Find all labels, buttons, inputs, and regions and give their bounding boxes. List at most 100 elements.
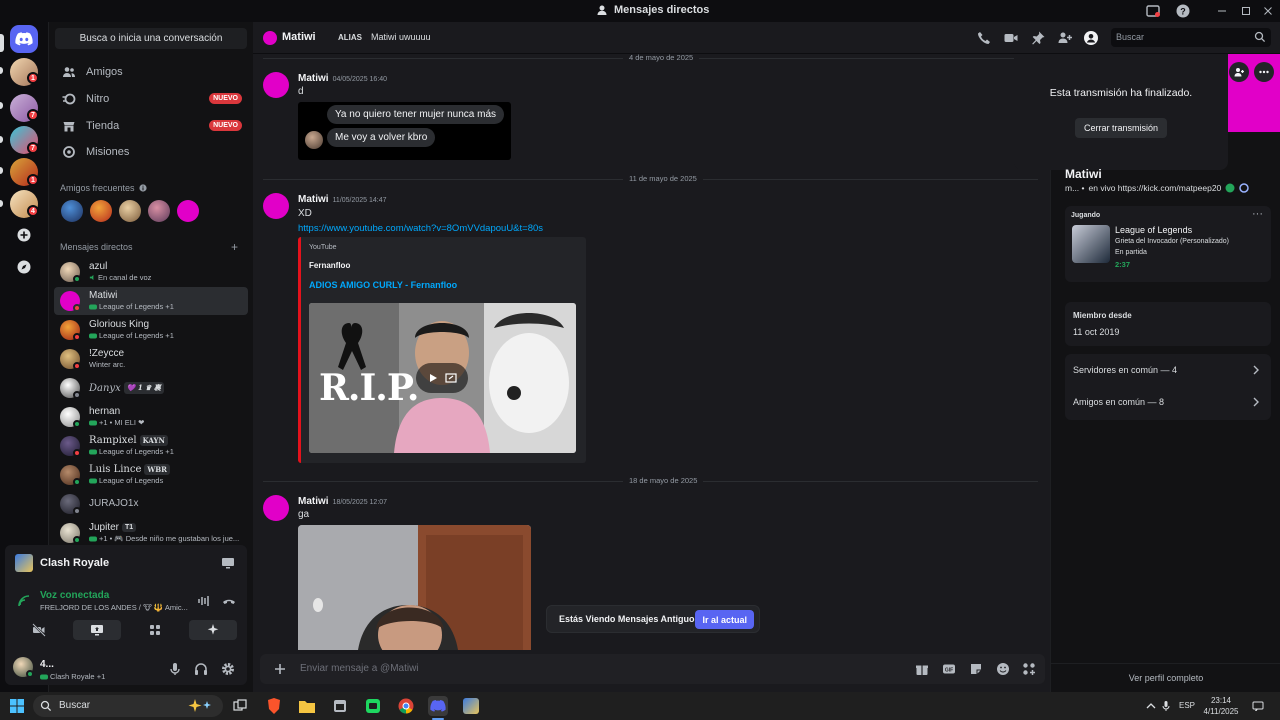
screen-share-icon[interactable] bbox=[220, 555, 236, 571]
chevron-up-icon[interactable] bbox=[1145, 700, 1157, 712]
windows-start-icon[interactable] bbox=[10, 699, 24, 713]
help-icon[interactable]: ? bbox=[1175, 3, 1191, 19]
frequent-friend-avatar[interactable] bbox=[61, 200, 83, 222]
dm-name-text: Glorious King bbox=[89, 319, 150, 330]
view-full-profile-link[interactable]: Ver perfil completo bbox=[1051, 673, 1280, 683]
info-icon[interactable] bbox=[138, 184, 147, 192]
nav-nitro[interactable]: Nitro NUEVO bbox=[54, 87, 248, 111]
frequent-friend-avatar[interactable] bbox=[90, 200, 112, 222]
sticker-icon[interactable] bbox=[969, 662, 983, 676]
embed-author[interactable]: Fernanfloo bbox=[309, 261, 350, 270]
activities-button[interactable] bbox=[131, 620, 179, 640]
chat-avatar[interactable] bbox=[263, 31, 277, 45]
close-stream-button[interactable]: Cerrar transmisión bbox=[1075, 118, 1167, 138]
image-attachment[interactable]: Ya no quiero tener mujer nunca más Me vo… bbox=[298, 102, 511, 160]
frequent-friend-avatar[interactable] bbox=[119, 200, 141, 222]
video-thumbnail[interactable]: R.I.P. bbox=[309, 303, 576, 453]
frequent-friend-avatar[interactable] bbox=[148, 200, 170, 222]
mutual-friends-link[interactable]: Amigos en común — 8 bbox=[1073, 397, 1164, 407]
nav-quests[interactable]: Misiones bbox=[54, 140, 248, 164]
stream-ended-text: Esta transmisión ha finalizado. bbox=[1049, 87, 1193, 99]
discover-button[interactable] bbox=[12, 255, 36, 279]
soundboard-icon[interactable] bbox=[196, 593, 212, 609]
add-server-button[interactable] bbox=[12, 223, 36, 247]
notification-icon[interactable] bbox=[1252, 700, 1264, 712]
headphones-icon[interactable] bbox=[193, 661, 209, 677]
dm-item-jupiter[interactable]: Jupiter T1 +1 • 🎮 Desde niño me gustaban … bbox=[54, 519, 248, 547]
task-view-icon[interactable] bbox=[230, 696, 250, 716]
disconnect-icon[interactable] bbox=[221, 593, 237, 609]
dm-subtitle: League of Legends bbox=[89, 476, 163, 485]
find-conversation-button[interactable]: Busca o inicia una conversación bbox=[55, 28, 247, 49]
dm-item-azul[interactable]: azul En canal de voz bbox=[54, 258, 248, 286]
file-explorer-icon[interactable] bbox=[297, 696, 317, 716]
dm-item-rampixel[interactable]: Rampixel KAYN League of Legends +1 bbox=[54, 432, 248, 460]
dm-item-luis-lince[interactable]: Luis Lince WBR League of Legends bbox=[54, 461, 248, 489]
close-window-button[interactable] bbox=[1254, 2, 1280, 20]
dm-name: JURAJO1x bbox=[89, 498, 138, 509]
upload-plus-icon[interactable] bbox=[272, 661, 288, 677]
message-avatar[interactable] bbox=[263, 72, 289, 98]
jump-to-present-button[interactable]: Ir al actual bbox=[695, 610, 754, 629]
app-icon[interactable] bbox=[363, 696, 383, 716]
chat-recipient-name[interactable]: Matiwi bbox=[282, 31, 316, 43]
more-options-button[interactable] bbox=[1254, 62, 1274, 82]
stream-button[interactable] bbox=[73, 620, 121, 640]
user-profile-toggle-icon[interactable] bbox=[1083, 30, 1099, 46]
message-input-box[interactable]: Enviar mensaje a @Matiwi GIF bbox=[260, 654, 1045, 684]
play-button[interactable] bbox=[416, 363, 468, 393]
current-game[interactable]: Clash Royale bbox=[15, 554, 109, 572]
message-link[interactable]: https://www.youtube.com/watch?v=8OmVVdap… bbox=[298, 223, 543, 234]
embed-title[interactable]: ADIOS AMIGO CURLY - Fernanfloo bbox=[309, 280, 457, 290]
chrome-icon[interactable] bbox=[396, 696, 416, 716]
apps-icon[interactable] bbox=[1022, 662, 1036, 676]
home-button[interactable] bbox=[10, 25, 38, 53]
message-author[interactable]: Matiwi bbox=[298, 73, 329, 84]
voice-connected-status[interactable]: Voz conectada bbox=[40, 590, 109, 601]
app-icon[interactable] bbox=[330, 696, 350, 716]
microphone-icon[interactable] bbox=[167, 661, 183, 677]
stream-ended-popup: Esta transmisión ha finalizado. Cerrar t… bbox=[1014, 54, 1228, 170]
taskbar-clock[interactable]: 23:14 4/11/2025 bbox=[1200, 695, 1242, 717]
image-attachment[interactable] bbox=[298, 525, 531, 650]
frequent-friend-avatar[interactable] bbox=[177, 200, 199, 222]
dm-item-glorious-king[interactable]: Glorious King League of Legends +1 bbox=[54, 316, 248, 344]
voice-call-icon[interactable] bbox=[976, 30, 992, 46]
message-avatar[interactable] bbox=[263, 193, 289, 219]
dm-item-matiwi[interactable]: Matiwi League of Legends +1 bbox=[54, 287, 248, 315]
discord-taskbar-icon[interactable] bbox=[428, 696, 448, 716]
soundboard-button[interactable] bbox=[189, 620, 237, 640]
emoji-icon[interactable] bbox=[996, 662, 1010, 676]
brave-browser-icon[interactable] bbox=[264, 696, 284, 716]
nav-shop[interactable]: Tienda NUEVO bbox=[54, 114, 248, 138]
taskbar-search[interactable]: Buscar bbox=[33, 695, 223, 717]
nav-friends[interactable]: Amigos bbox=[54, 60, 248, 84]
dm-item-jurajo1x[interactable]: JURAJO1x bbox=[54, 490, 248, 518]
dm-item-zeycce[interactable]: !Zeycce Winter arc. bbox=[54, 345, 248, 373]
settings-gear-icon[interactable] bbox=[220, 661, 236, 677]
search-input[interactable]: Buscar bbox=[1111, 28, 1271, 47]
dm-item-danyx[interactable]: Danyx 💜 1 ♛ 裏 bbox=[54, 374, 248, 402]
microphone-icon[interactable] bbox=[1160, 700, 1172, 712]
input-language[interactable]: ESP bbox=[1179, 701, 1195, 710]
message-input[interactable]: Enviar mensaje a @Matiwi bbox=[300, 663, 419, 674]
pin-icon[interactable] bbox=[1030, 30, 1046, 46]
activity-more-icon[interactable]: ··· bbox=[1252, 208, 1263, 220]
create-dm-button[interactable]: + bbox=[231, 240, 238, 254]
dm-item-hernan[interactable]: hernan +1 • MI ELI ❤ bbox=[54, 403, 248, 431]
camera-off-button[interactable] bbox=[15, 620, 63, 640]
message-author[interactable]: Matiwi bbox=[298, 194, 329, 205]
voice-channel-name[interactable]: FRELJORD DE LOS ANDES / 🐮 🔱 Amic... bbox=[40, 603, 188, 612]
message-list[interactable]: 4 de mayo de 2025 Matiwi 04/05/2025 16:4… bbox=[253, 54, 1050, 650]
video-call-icon[interactable] bbox=[1003, 30, 1019, 46]
mutual-servers-link[interactable]: Servidores en común — 4 bbox=[1073, 365, 1177, 375]
clash-royale-taskbar-icon[interactable] bbox=[461, 696, 481, 716]
gift-icon[interactable] bbox=[915, 662, 929, 676]
add-friend-button[interactable] bbox=[1229, 62, 1249, 82]
gif-icon[interactable]: GIF bbox=[942, 662, 956, 676]
inbox-icon[interactable] bbox=[1145, 3, 1161, 19]
message-avatar[interactable] bbox=[263, 495, 289, 521]
message-author[interactable]: Matiwi bbox=[298, 496, 329, 507]
mutual-card: Servidores en común — 4 Amigos en común … bbox=[1065, 354, 1271, 420]
add-friends-to-dm-icon[interactable] bbox=[1057, 30, 1073, 46]
